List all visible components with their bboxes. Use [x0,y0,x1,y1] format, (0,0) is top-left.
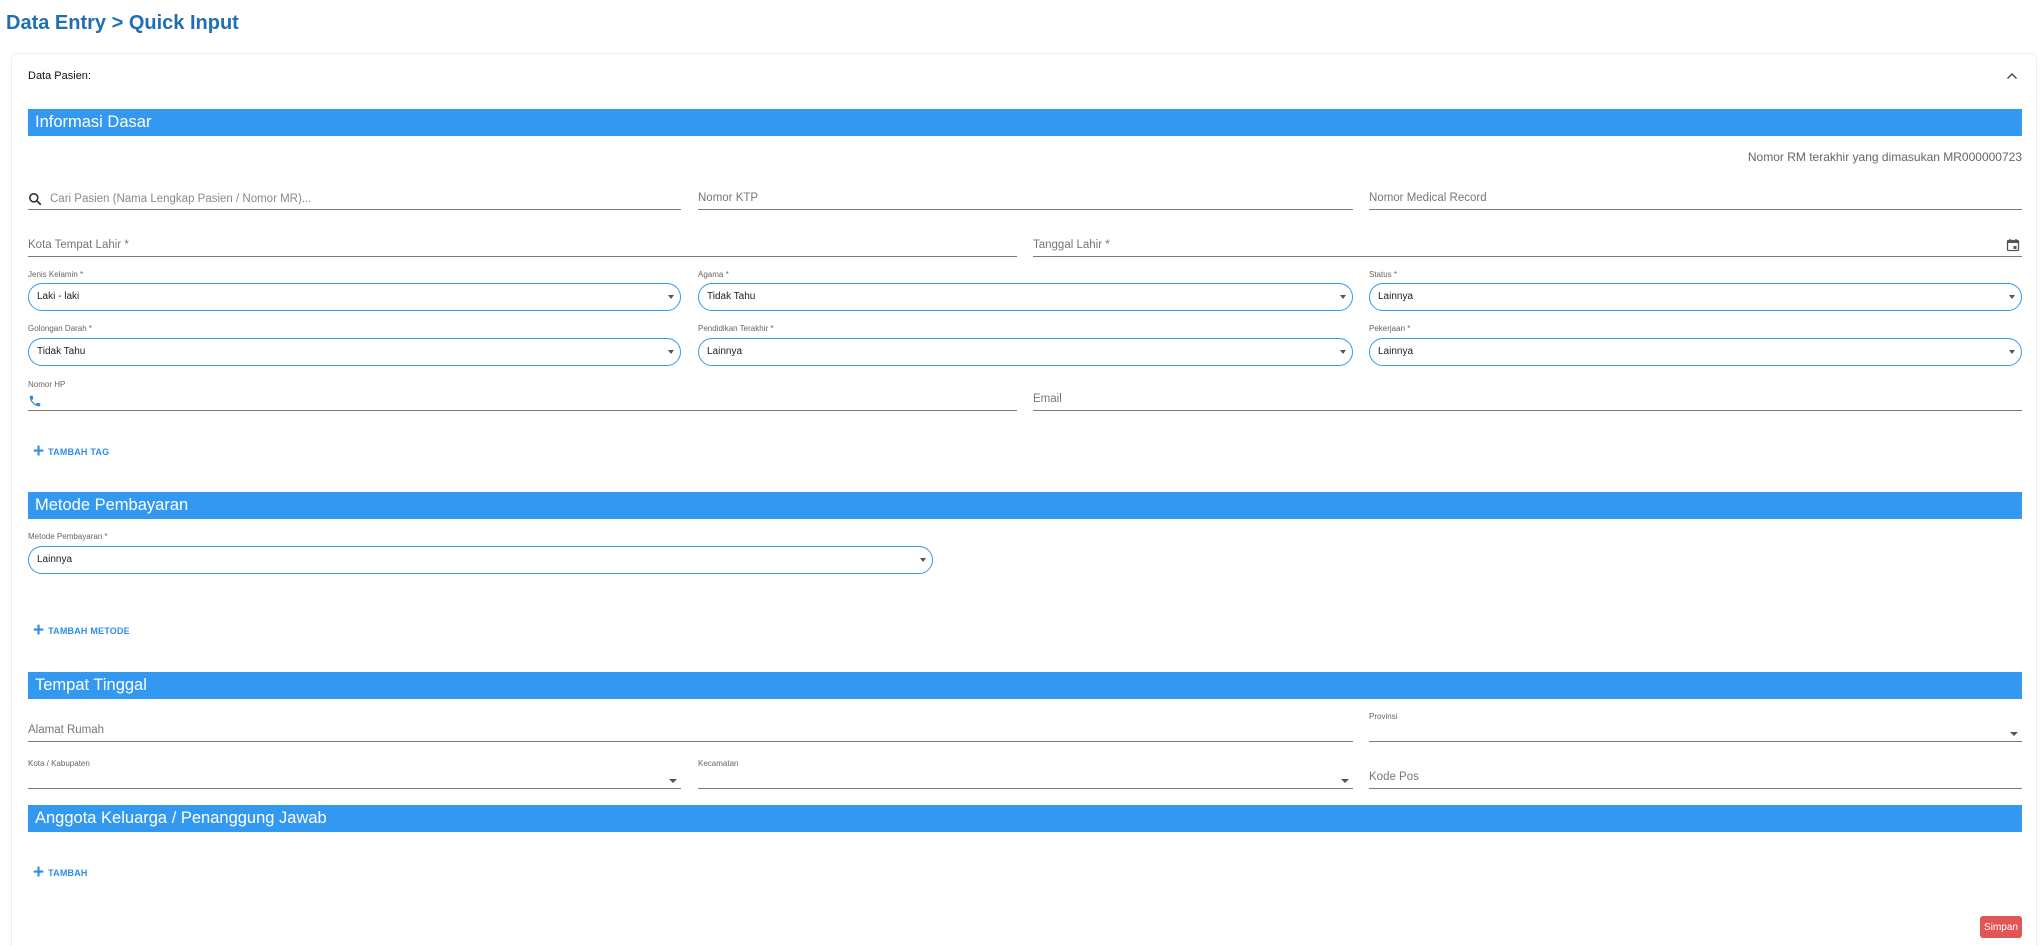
district-select[interactable] [698,763,1353,789]
chevron-up-icon[interactable] [2004,68,2020,84]
plus-icon: + [33,441,45,462]
education-select[interactable]: Lainnya [698,338,1353,366]
section-residence: Tempat Tinggal [28,672,2022,699]
caret-down-icon [2009,350,2015,354]
caret-down-icon [1341,779,1349,783]
status-value: Lainnya [1378,291,1414,302]
blood-type-select[interactable]: Tidak Tahu [28,338,681,366]
occupation-label: Pekerjaan * [1369,324,1411,333]
email-label: Email [1033,393,1062,405]
gender-label: Jenis Kelamin * [28,270,84,279]
blood-type-value: Tidak Tahu [37,346,86,357]
add-family-member-button[interactable]: + TAMBAH [33,862,88,883]
section-basic-info: Informasi Dasar [28,109,2022,136]
calendar-icon[interactable] [2006,238,2020,252]
blood-type-label: Golongan Darah * [28,324,93,333]
caret-down-icon [2010,732,2018,736]
occupation-value: Lainnya [1378,346,1414,357]
birth-city-label: Kota Tempat Lahir * [28,239,129,251]
birth-city-field[interactable]: Kota Tempat Lahir * [28,231,1017,257]
occupation-select[interactable]: Lainnya [1369,338,2022,366]
add-payment-method-button[interactable]: + TAMBAH METODE [33,620,130,641]
education-value: Lainnya [707,346,743,357]
city-select[interactable] [28,763,681,789]
plus-icon: + [33,862,45,883]
search-icon [29,193,42,206]
section-title: Informasi Dasar [35,113,152,131]
medical-record-field[interactable]: Nomor Medical Record [1369,184,2022,210]
caret-down-icon [1340,350,1346,354]
birth-date-field[interactable]: Tanggal Lahir * [1033,231,2022,257]
ktp-field[interactable]: Nomor KTP [698,184,1353,210]
caret-down-icon [669,779,677,783]
gender-value: Laki - laki [37,291,80,302]
caret-down-icon [668,295,674,299]
province-select[interactable] [1369,716,2022,742]
payment-method-label: Metode Pembayaran * [28,532,108,541]
birth-date-label: Tanggal Lahir * [1033,239,1110,251]
status-select[interactable]: Lainnya [1369,283,2022,311]
email-field[interactable]: Email [1033,385,2022,411]
ktp-label: Nomor KTP [698,192,759,204]
payment-method-select[interactable]: Lainnya [28,546,933,574]
caret-down-icon [1340,295,1346,299]
last-rm-info: Nomor RM terakhir yang dimasukan MR00000… [1747,150,2022,164]
patient-search-field[interactable] [28,184,681,210]
caret-down-icon [668,350,674,354]
gender-select[interactable]: Laki - laki [28,283,681,311]
religion-label: Agama * [698,270,729,279]
section-payment: Metode Pembayaran [28,492,2022,519]
religion-select[interactable]: Tidak Tahu [698,283,1353,311]
home-address-label: Alamat Rumah [28,724,105,736]
postal-code-field[interactable]: Kode Pos [1369,763,2022,789]
caret-down-icon [2009,295,2015,299]
save-button[interactable]: Simpan [1980,916,2022,938]
page-title: Data Entry > Quick Input [6,12,239,34]
add-tag-button[interactable]: + TAMBAH TAG [33,441,109,462]
home-address-field[interactable]: Alamat Rumah [28,716,1353,742]
section-title: Tempat Tinggal [35,676,147,694]
plus-icon: + [33,620,45,641]
section-title: Anggota Keluarga / Penanggung Jawab [35,809,327,827]
religion-value: Tidak Tahu [707,291,756,302]
status-label: Status * [1369,270,1398,279]
education-label: Pendidikan Terakhir * [698,324,774,333]
phone-icon [29,395,41,407]
payment-method-value: Lainnya [37,554,73,565]
medical-record-label: Nomor Medical Record [1369,192,1487,204]
phone-field[interactable] [28,385,1017,411]
card-header-label: Data Pasien: [28,70,91,82]
patient-search-input[interactable] [50,193,670,205]
caret-down-icon [920,558,926,562]
section-family: Anggota Keluarga / Penanggung Jawab [28,805,2022,832]
postal-code-label: Kode Pos [1369,771,1419,783]
section-title: Metode Pembayaran [35,496,189,514]
